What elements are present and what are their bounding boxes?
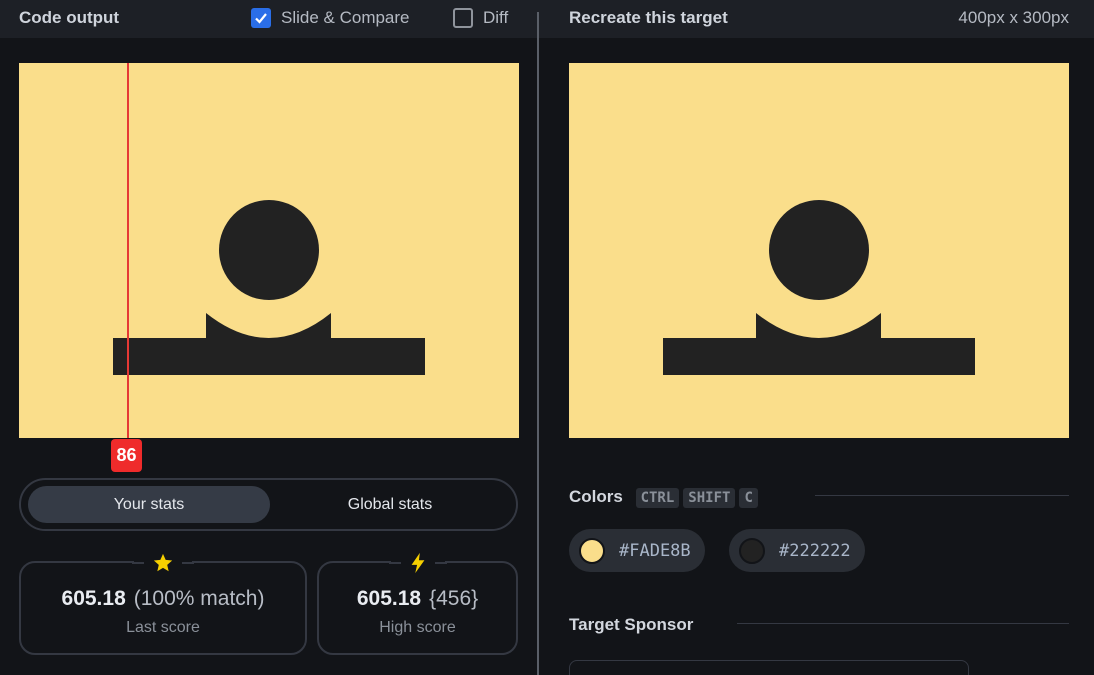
stats-toggle: Your stats Global stats <box>19 478 518 531</box>
color-swatch-fade8b[interactable]: #FADE8B <box>569 529 705 572</box>
panel-divider <box>537 12 539 675</box>
code-output-canvas[interactable] <box>19 63 519 438</box>
top-bar: Code output Slide & Compare Diff Recreat… <box>0 0 1094 38</box>
sponsor-card[interactable] <box>569 660 969 675</box>
last-score-label: Last score <box>126 619 200 636</box>
target-canvas <box>569 63 1069 438</box>
diff-toggle[interactable]: Diff <box>453 8 508 28</box>
color-hex-label: #FADE8B <box>619 540 691 561</box>
slide-compare-checkbox[interactable] <box>251 8 271 28</box>
shortcut-key-c: C <box>739 488 758 508</box>
diff-checkbox[interactable] <box>453 8 473 28</box>
target-title: Recreate this target <box>569 8 728 27</box>
target-dimensions: 400px x 300px <box>958 8 1069 27</box>
high-score-label: High score <box>379 619 456 636</box>
high-score-value: 605.18 <box>356 587 422 610</box>
compare-slider-value[interactable]: 86 <box>111 439 142 472</box>
colors-title: Colors <box>569 487 623 506</box>
color-dot <box>579 537 605 564</box>
last-score-match: (100% match) <box>133 587 265 610</box>
tab-your-stats[interactable]: Your stats <box>28 486 270 523</box>
output-shapes <box>113 200 425 375</box>
colors-heading: Colors CTRL SHIFT C <box>569 487 758 508</box>
last-score-value: 605.18 <box>61 587 126 610</box>
slide-compare-toggle[interactable]: Slide & Compare <box>251 8 410 28</box>
diff-label: Diff <box>483 8 509 27</box>
high-score-card: 605.18 {456} High score <box>317 549 518 655</box>
sponsor-divider <box>737 623 1069 624</box>
color-dot <box>739 537 765 564</box>
bolt-icon <box>388 549 447 575</box>
color-swatch-222222[interactable]: #222222 <box>729 529 865 572</box>
star-icon <box>132 549 194 575</box>
code-output-title: Code output <box>19 8 120 27</box>
shortcut-key-ctrl: CTRL <box>635 488 680 508</box>
tab-global-stats[interactable]: Global stats <box>269 486 511 523</box>
slide-compare-label: Slide & Compare <box>281 8 410 27</box>
color-hex-label: #222222 <box>779 540 851 561</box>
compare-slider-line[interactable] <box>127 63 129 438</box>
high-score-rank: {456} <box>429 587 479 610</box>
check-icon <box>255 13 267 24</box>
high-score-value-row: 605.18 {456} <box>319 587 516 611</box>
last-score-value-row: 605.18 (100% match) <box>21 587 305 611</box>
shortcut-key-shift: SHIFT <box>683 488 736 508</box>
colors-divider <box>815 495 1069 496</box>
target-sponsor-title: Target Sponsor <box>569 615 694 634</box>
target-shapes <box>663 200 975 375</box>
last-score-card: 605.18 (100% match) Last score <box>19 549 307 655</box>
